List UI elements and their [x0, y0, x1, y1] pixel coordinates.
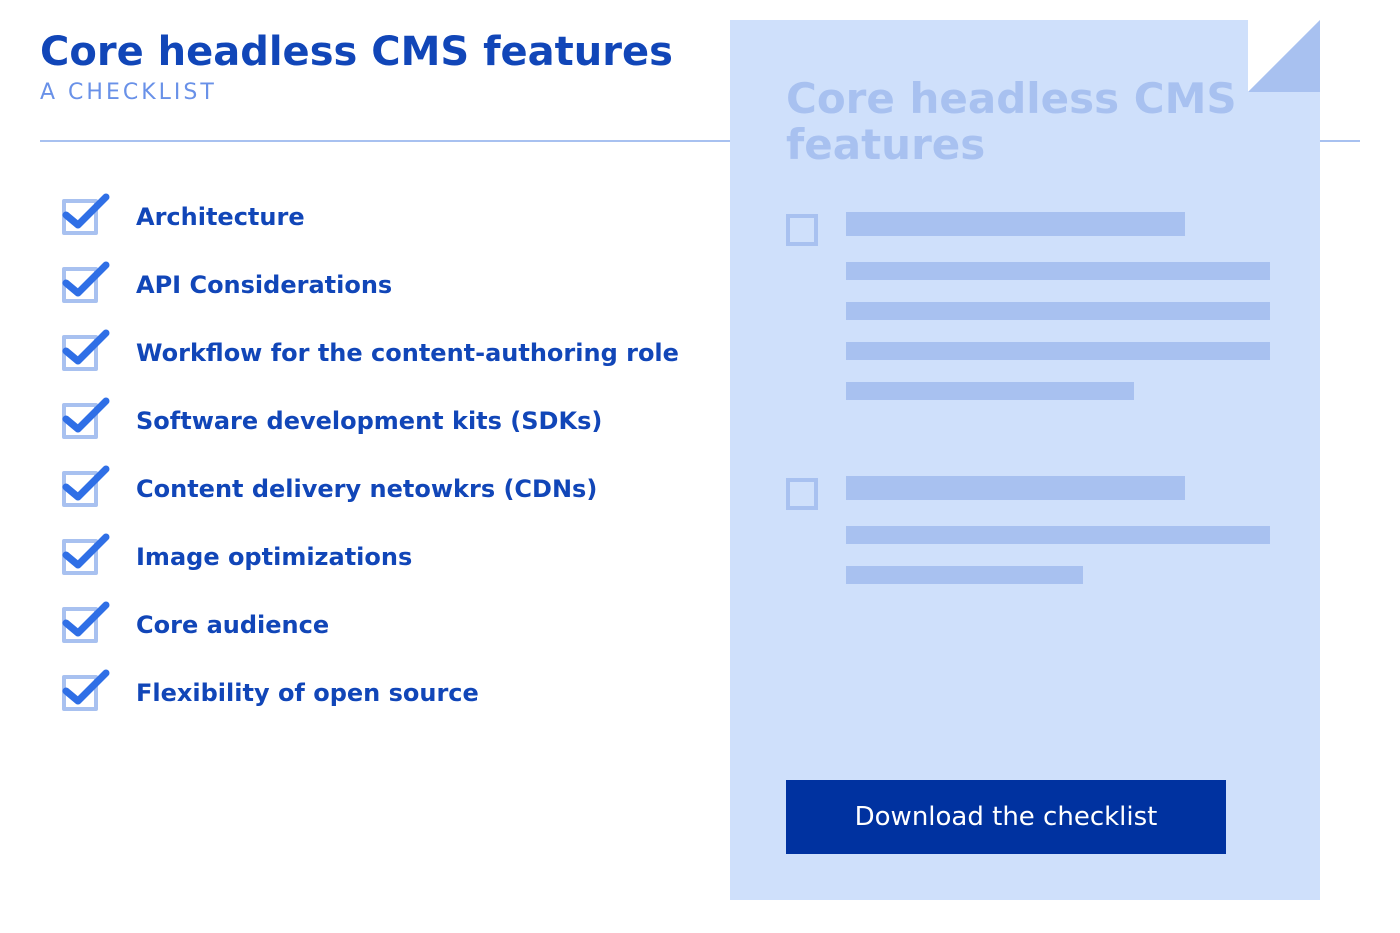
- checkmark-icon: [62, 403, 98, 439]
- checkmark-icon: [62, 471, 98, 507]
- checklist-item: Image optimizations: [40, 523, 680, 591]
- checklist: Architecture API Considerations Workflow…: [40, 183, 680, 727]
- download-button-label: Download the checklist: [855, 802, 1158, 832]
- checklist-item: Architecture: [40, 183, 680, 251]
- placeholder-line: [846, 382, 1134, 400]
- checklist-item: Workflow for the content-authoring role: [40, 319, 680, 387]
- checklist-item-label: API Considerations: [136, 271, 392, 299]
- placeholder-lines: [846, 476, 1270, 606]
- checkmark-icon: [62, 675, 98, 711]
- placeholder-line: [846, 212, 1185, 236]
- left-column: Core headless CMS features A CHECKLIST A…: [40, 30, 680, 727]
- document-title: Core headless CMS features: [786, 76, 1270, 168]
- checkbox-outline-icon: [786, 478, 818, 510]
- checkmark-icon: [62, 607, 98, 643]
- checkmark-icon: [62, 267, 98, 303]
- placeholder-line: [846, 342, 1270, 360]
- checklist-item-label: Core audience: [136, 611, 329, 639]
- checkmark-icon: [62, 335, 98, 371]
- checklist-item-label: Software development kits (SDKs): [136, 407, 602, 435]
- checklist-item-label: Flexibility of open source: [136, 679, 479, 707]
- checkmark-icon: [62, 199, 98, 235]
- checklist-item-label: Image optimizations: [136, 543, 412, 571]
- download-button[interactable]: Download the checklist: [786, 780, 1226, 854]
- placeholder-line: [846, 526, 1270, 544]
- placeholder-line: [846, 262, 1270, 280]
- placeholder-line: [846, 302, 1270, 320]
- document-body: Core headless CMS features: [730, 20, 1320, 900]
- checklist-item: Content delivery netowkrs (CDNs): [40, 455, 680, 523]
- placeholder-line: [846, 476, 1185, 500]
- page-title: Core headless CMS features: [40, 30, 680, 74]
- page-root: Core headless CMS features A CHECKLIST A…: [0, 0, 1400, 933]
- checklist-item: Software development kits (SDKs): [40, 387, 680, 455]
- checklist-item-label: Workflow for the content-authoring role: [136, 339, 679, 367]
- document-section: [786, 212, 1270, 422]
- checklist-item: Flexibility of open source: [40, 659, 680, 727]
- checklist-item-label: Architecture: [136, 203, 305, 231]
- checklist-item: Core audience: [40, 591, 680, 659]
- checklist-item: API Considerations: [40, 251, 680, 319]
- checkmark-icon: [62, 539, 98, 575]
- page-subtitle: A CHECKLIST: [40, 80, 680, 105]
- checklist-item-label: Content delivery netowkrs (CDNs): [136, 475, 597, 503]
- placeholder-line: [846, 566, 1083, 584]
- document-section: [786, 476, 1270, 606]
- placeholder-lines: [846, 212, 1270, 422]
- checkbox-outline-icon: [786, 214, 818, 246]
- document-preview: Core headless CMS features: [730, 20, 1320, 900]
